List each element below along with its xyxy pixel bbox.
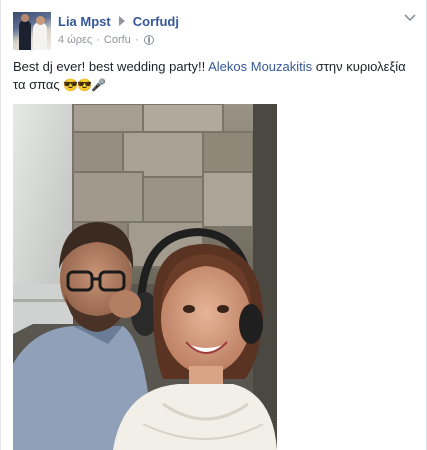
- chevron-down-icon[interactable]: [404, 14, 416, 22]
- right-triangle-icon: [118, 16, 125, 26]
- avatar-head-groom: [21, 14, 29, 22]
- target-page-link[interactable]: Corfudj: [133, 14, 179, 29]
- author-name-link[interactable]: Lia Mpst: [58, 14, 111, 29]
- timestamp-link[interactable]: 4 ώρες: [58, 34, 92, 46]
- post-text: Best dj ever! best wedding party!! Aleko…: [13, 58, 417, 94]
- author-avatar[interactable]: [13, 12, 51, 50]
- globe-icon[interactable]: [144, 35, 155, 45]
- emoji-icons: 😎😎🎤: [63, 78, 106, 92]
- avatar-figure-bride: [33, 22, 47, 50]
- meta-separator: ·: [96, 34, 100, 46]
- post-photo[interactable]: [13, 104, 277, 450]
- wedding-selfie-image: [13, 104, 277, 450]
- post-card: Lia Mpst Corfudj 4 ώρες · Corfu · Best d…: [0, 0, 427, 450]
- avatar-head-bride: [36, 16, 45, 25]
- post-meta: 4 ώρες · Corfu ·: [58, 33, 155, 47]
- tagged-person-link[interactable]: Alekos Mouzakitis: [208, 59, 312, 74]
- location-link[interactable]: Corfu: [104, 34, 131, 46]
- meta-separator: ·: [134, 34, 139, 46]
- avatar-figure-groom: [19, 20, 31, 50]
- post-header: Lia Mpst Corfudj: [58, 12, 179, 30]
- post-text-before: Best dj ever! best wedding party!!: [13, 59, 209, 74]
